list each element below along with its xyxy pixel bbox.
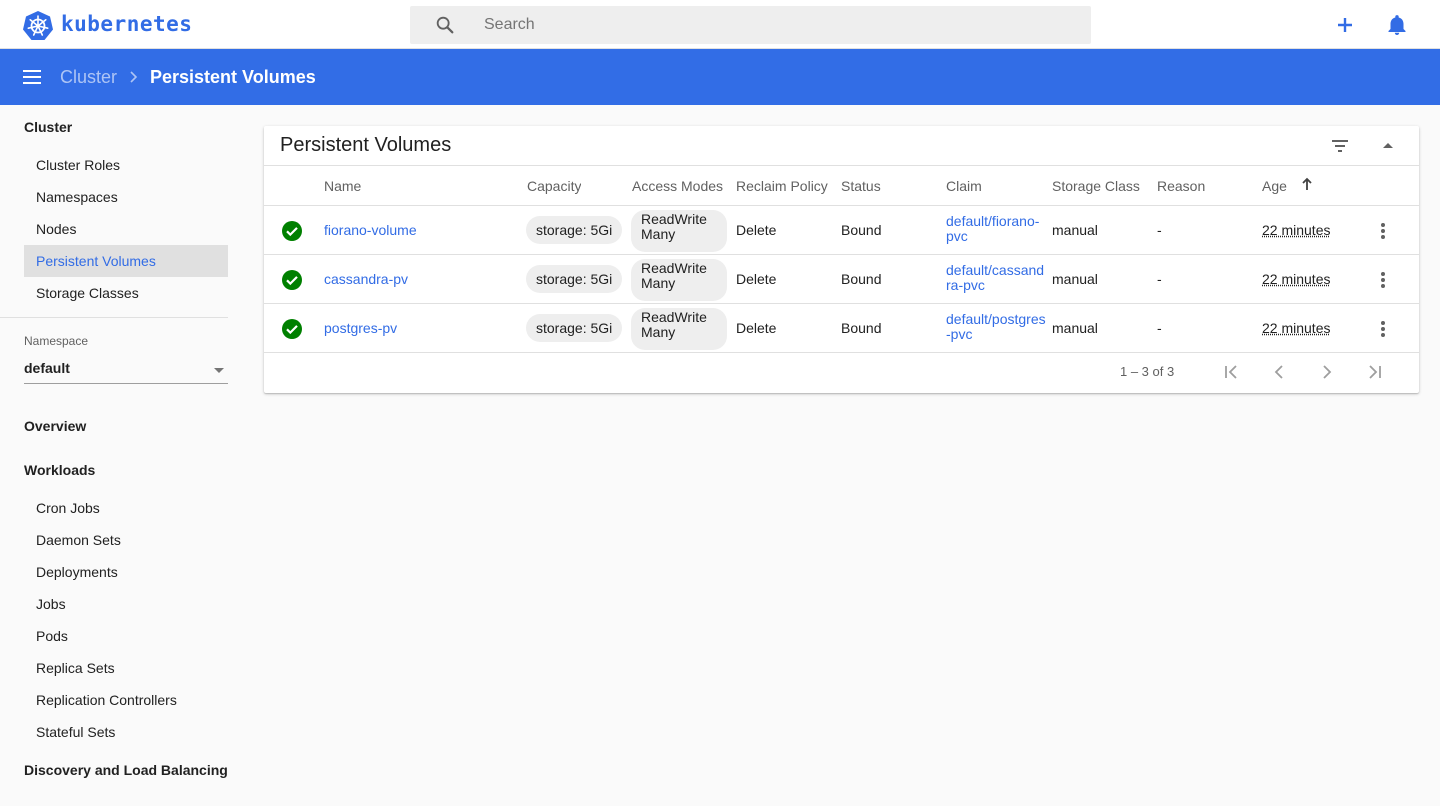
status-text: Bound (841, 320, 882, 336)
sidebar-item-stateful-sets[interactable]: Stateful Sets (24, 716, 228, 748)
persistent-volumes-card: Persistent Volumes Name Capacity Access … (264, 126, 1419, 393)
chevron-right-icon (130, 71, 138, 83)
sidebar-item-replication-controllers[interactable]: Replication Controllers (24, 684, 228, 716)
column-header-access-modes[interactable]: Access Modes (632, 178, 723, 194)
search-input[interactable] (484, 6, 1074, 44)
sidebar-item-nodes[interactable]: Nodes (24, 213, 228, 245)
sidebar-item-cron-jobs[interactable]: Cron Jobs (24, 492, 228, 524)
more-vert-icon[interactable] (1371, 219, 1395, 243)
more-vert-icon[interactable] (1371, 317, 1395, 341)
chevron-right-icon[interactable] (1315, 360, 1339, 384)
access-mode-chip: ReadWriteMany (631, 210, 727, 252)
reclaim-policy: Delete (736, 320, 777, 336)
namespace-label: Namespace (24, 334, 89, 348)
sidebar-section-workloads[interactable]: Workloads (24, 462, 95, 478)
storage-class: manual (1052, 320, 1098, 336)
breadcrumb-cluster[interactable]: Cluster (60, 67, 117, 88)
breadcrumb-current: Persistent Volumes (150, 67, 316, 87)
first-page-icon[interactable] (1219, 360, 1243, 384)
divider (264, 352, 1419, 353)
divider (264, 165, 1419, 166)
sidebar-item-replica-sets[interactable]: Replica Sets (24, 652, 228, 684)
sidebar-divider (0, 317, 228, 318)
search-icon (436, 16, 454, 34)
capacity-chip: storage: 5Gi (526, 216, 623, 244)
dropdown-arrow-icon (214, 368, 224, 373)
age: 22 minutes (1262, 320, 1331, 336)
access-mode-chip: ReadWriteMany (631, 308, 727, 350)
reclaim-policy: Delete (736, 271, 777, 287)
namespace-select[interactable]: default (24, 360, 228, 384)
table-row: fiorano-volume storage: 5Gi ReadWriteMan… (264, 206, 1419, 255)
table-row: postgres-pv storage: 5Gi ReadWriteMany D… (264, 304, 1419, 353)
check-circle-icon (282, 221, 302, 241)
search-bar[interactable] (410, 6, 1091, 44)
sidebar-section-cluster[interactable]: Cluster (24, 119, 72, 135)
pagination-range: 1 – 3 of 3 (1120, 364, 1175, 379)
sidebar-item-namespaces[interactable]: Namespaces (24, 181, 228, 213)
reclaim-policy: Delete (736, 222, 777, 238)
age: 22 minutes (1262, 271, 1331, 287)
sidebar-item-cluster-roles[interactable]: Cluster Roles (24, 149, 228, 181)
chevron-left-icon[interactable] (1267, 360, 1291, 384)
storage-class: manual (1052, 222, 1098, 238)
bell-icon[interactable] (1385, 13, 1409, 37)
top-bar: kubernetes (0, 0, 1440, 49)
volume-name-link[interactable]: fiorano-volume (324, 222, 417, 238)
table-row: cassandra-pv storage: 5Gi ReadWriteMany … (264, 255, 1419, 304)
sidebar-item-storage-classes[interactable]: Storage Classes (24, 277, 228, 309)
sidebar-section-overview[interactable]: Overview (24, 418, 86, 434)
sidebar-item-persistent-volumes[interactable]: Persistent Volumes (24, 245, 228, 277)
more-vert-icon[interactable] (1371, 268, 1395, 292)
capacity-chip: storage: 5Gi (526, 265, 623, 293)
storage-class: manual (1052, 271, 1098, 287)
check-circle-icon (282, 270, 302, 290)
page-header: Cluster Persistent Volumes (0, 49, 1440, 105)
column-header-age[interactable]: Age (1262, 178, 1287, 194)
claim-link[interactable]: default/postgres-pvc (946, 312, 1047, 348)
sidebar: Cluster Cluster Roles Namespaces Nodes P… (0, 105, 244, 806)
reason: - (1157, 222, 1162, 238)
sidebar-section-discovery[interactable]: Discovery and Load Balancing (24, 762, 228, 778)
access-mode-chip: ReadWriteMany (631, 259, 727, 301)
capacity-chip: storage: 5Gi (526, 314, 623, 342)
column-header-reclaim-policy[interactable]: Reclaim Policy (736, 178, 828, 194)
reason: - (1157, 271, 1162, 287)
status-text: Bound (841, 222, 882, 238)
filter-icon[interactable] (1328, 134, 1352, 158)
claim-link[interactable]: default/fiorano-pvc (946, 214, 1047, 250)
namespace-value: default (24, 360, 70, 376)
column-header-claim[interactable]: Claim (946, 178, 982, 194)
claim-link[interactable]: default/cassandra-pvc (946, 263, 1047, 299)
last-page-icon[interactable] (1363, 360, 1387, 384)
arrow-upward-icon[interactable] (1300, 176, 1314, 192)
volume-name-link[interactable]: postgres-pv (324, 320, 397, 336)
sidebar-item-deployments[interactable]: Deployments (24, 556, 228, 588)
reason: - (1157, 320, 1162, 336)
sidebar-item-jobs[interactable]: Jobs (24, 588, 228, 620)
card-title: Persistent Volumes (280, 134, 452, 156)
column-header-capacity[interactable]: Capacity (527, 178, 581, 194)
column-header-name[interactable]: Name (324, 178, 361, 194)
status-text: Bound (841, 271, 882, 287)
brand-name[interactable]: kubernetes (61, 12, 192, 36)
sidebar-item-daemon-sets[interactable]: Daemon Sets (24, 524, 228, 556)
age: 22 minutes (1262, 222, 1331, 238)
sidebar-item-pods[interactable]: Pods (24, 620, 228, 652)
arrow-drop-up-icon[interactable] (1376, 134, 1400, 158)
check-circle-icon (282, 319, 302, 339)
column-header-status[interactable]: Status (841, 178, 881, 194)
plus-icon[interactable] (1333, 13, 1357, 37)
kubernetes-logo-icon[interactable] (22, 10, 54, 42)
volume-name-link[interactable]: cassandra-pv (324, 271, 408, 287)
column-header-storage-class[interactable]: Storage Class (1052, 178, 1140, 194)
column-header-reason[interactable]: Reason (1157, 178, 1205, 194)
menu-icon[interactable] (20, 65, 44, 89)
